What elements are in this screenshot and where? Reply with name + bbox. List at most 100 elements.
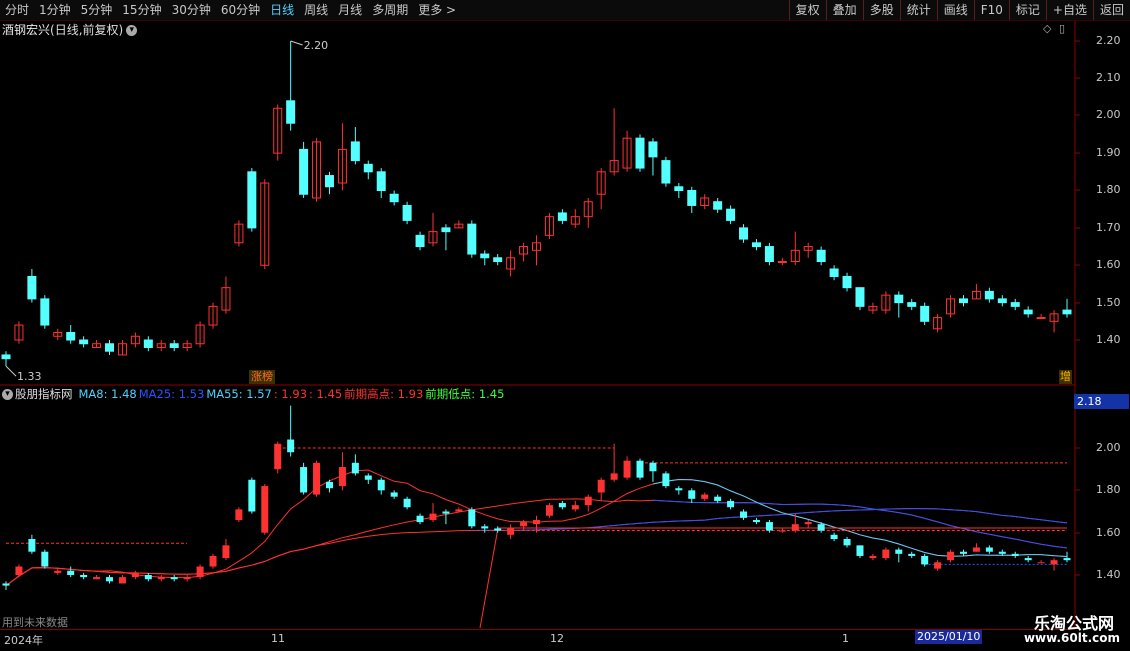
future-data-note: 用到未来数据 (2, 616, 68, 629)
candle-body (286, 100, 296, 124)
price-axis-label: 2.00 (1096, 108, 1121, 121)
candle-body (350, 141, 360, 162)
indicator-bar (714, 496, 722, 501)
indicator-bar (869, 555, 877, 559)
indicator-bar (895, 549, 903, 554)
indicator-bar (727, 500, 735, 508)
date-label-dec: 12 (550, 632, 564, 645)
candle-body (661, 160, 671, 184)
indicator-value: MA8: 1.48 (78, 387, 137, 401)
candle-body (169, 343, 179, 348)
indicator-bar (67, 570, 75, 575)
chart-canvas[interactable]: 2.20 1.33 (0, 0, 1130, 650)
indicator-value: : 1.93 (273, 387, 308, 401)
candle-body (726, 208, 736, 221)
candle-body (907, 302, 917, 307)
indicator-bar (804, 522, 812, 525)
indicator-bar (623, 460, 631, 478)
indicator-bar (364, 475, 372, 480)
indicator-bar (998, 551, 1006, 554)
candle-body (1, 354, 11, 360)
indicator-bar (157, 577, 165, 580)
indicator-bar (972, 547, 980, 552)
date-label-nov: 11 (271, 632, 285, 645)
indicator-bar (261, 486, 269, 533)
indicator-bar (817, 524, 825, 531)
price-axis-label: 1.50 (1096, 296, 1121, 309)
candle-body (687, 190, 697, 206)
indicator-legend: ▾ 股朋指标网 MA8: 1.48 MA25: 1.53 MA55: 1.57: 1.9… (2, 386, 508, 402)
candle-body (299, 148, 309, 195)
stock-name: 酒钢宏兴 (2, 23, 51, 37)
candle-body (958, 298, 968, 304)
high-label: 2.20 (304, 39, 329, 52)
indicator-value: : 1.45 (309, 387, 343, 401)
indicator-bar (377, 479, 385, 491)
candle-body (363, 163, 373, 173)
indicator-bar (235, 509, 243, 520)
indicator-bar (468, 509, 476, 527)
candle-body (1062, 309, 1072, 315)
indicator-bar (429, 513, 437, 520)
indicator-axis-label: 1.80 (1096, 483, 1121, 496)
high-pointer (290, 40, 303, 46)
candle-body (415, 234, 425, 248)
candle-body (557, 212, 567, 221)
candle-body (894, 294, 904, 304)
indicator-bar (765, 522, 773, 531)
rank-tag[interactable]: 涨榜 (249, 370, 275, 384)
candle-body (739, 227, 749, 240)
candle-body (27, 275, 37, 300)
indicator-bar (131, 572, 139, 578)
indicator-bar (183, 577, 191, 580)
candle-body (920, 305, 930, 322)
indicator-bar (571, 505, 579, 510)
indicator-bar (947, 551, 955, 561)
indicator-axis-label: 2.00 (1096, 441, 1121, 454)
window-icon[interactable]: ▯ (1059, 22, 1065, 35)
indicator-bar (688, 490, 696, 499)
price-axis-label: 1.70 (1096, 221, 1121, 234)
indicator-bar (584, 496, 592, 506)
indicator-current-value: 2.18 (1074, 394, 1129, 409)
candle-body (40, 298, 50, 326)
indicator-bar (325, 481, 333, 489)
watermark-url: www.60lt.com (1023, 631, 1120, 645)
indicator-bar (520, 522, 528, 527)
price-axis-label: 1.80 (1096, 183, 1121, 196)
candle-body (829, 268, 839, 277)
candle-body (842, 275, 852, 289)
candle-body (674, 186, 684, 191)
candle-body (143, 339, 153, 348)
chevron-down-icon[interactable]: ▾ (2, 389, 13, 400)
indicator-bar (15, 566, 23, 575)
increase-tag[interactable]: 增 (1059, 370, 1072, 384)
indicator-bar (274, 443, 282, 470)
indicator-bar (106, 577, 114, 582)
chevron-down-icon[interactable]: ▾ (126, 25, 138, 36)
candle-body (79, 339, 89, 345)
indicator-value: 前期高点: 1.93 (344, 387, 424, 401)
candle-body (324, 175, 334, 188)
diamond-icon[interactable]: ◇ (1043, 22, 1051, 35)
indicator-bar (118, 577, 126, 584)
indicator-value: MA25: 1.53 (138, 387, 205, 401)
indicator-bar (494, 528, 502, 531)
candle-body (997, 298, 1007, 304)
indicator-bar (351, 462, 359, 474)
ma8-tail-line (652, 478, 1068, 557)
indicator-value: 前期低点: 1.45 (425, 387, 505, 401)
date-label-jan: 1 (842, 632, 849, 645)
indicator-bar (934, 562, 942, 569)
indicator-bar (2, 583, 10, 586)
chart-mode: (日线,前复权) (50, 23, 124, 37)
low-label: 1.33 (17, 370, 42, 383)
indicator-bar (752, 519, 760, 523)
candle-body (467, 223, 477, 255)
step-line (479, 527, 1067, 629)
candle-body (984, 290, 994, 300)
indicator-bar (985, 547, 993, 552)
candle-body (777, 261, 787, 264)
indicator-bar (921, 555, 929, 565)
indicator-bar (287, 439, 295, 453)
